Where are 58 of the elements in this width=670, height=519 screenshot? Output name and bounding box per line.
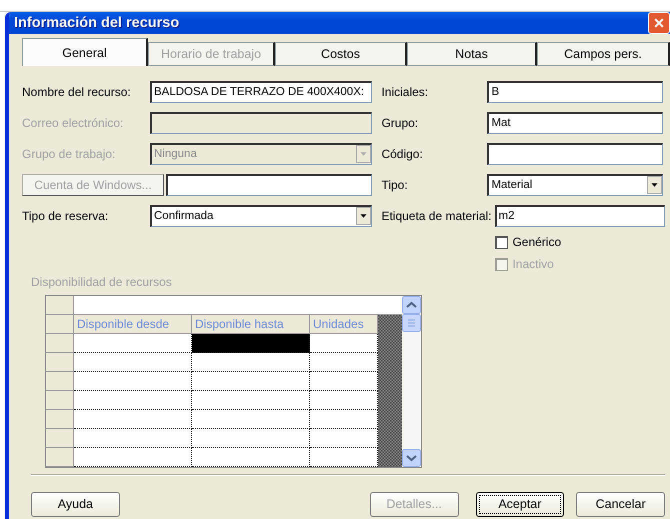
table-cell[interactable] [74,410,192,429]
table-cell[interactable] [192,353,310,372]
column-header: Disponible desde [74,315,192,334]
field-label: Correo electrónico: [22,116,124,130]
column-header: Disponible hasta [192,315,310,334]
table-cell[interactable] [74,448,192,467]
close-button[interactable]: × [648,12,670,34]
window-title: Información del recurso [14,15,180,31]
field-label: Tipo de reserva: [22,208,110,222]
field-label: Código: [381,146,424,160]
dialog-button[interactable]: Ayuda [31,492,120,516]
scroll-thumb[interactable] [402,314,421,332]
dialog-button[interactable]: Aceptar [476,492,564,516]
scroll-up-icon[interactable] [402,296,421,314]
dropdown[interactable]: Material [487,174,664,196]
field-label: Grupo de trabajo: [22,146,116,160]
table-cell[interactable] [74,429,192,448]
corner-cell [46,315,74,334]
field-label: Grupo: [381,116,420,130]
checkbox[interactable] [495,236,508,248]
table-cell[interactable] [74,353,192,372]
group-title: Disponibilidad de recursos [31,275,173,289]
table-cell[interactable] [310,448,378,467]
corner-cell [46,296,74,315]
table-cell[interactable] [192,410,310,429]
tab[interactable]: Costos [275,42,407,66]
table-cell[interactable] [310,334,378,353]
column-header: Unidades [310,315,378,334]
field-label: Nombre del recurso: [22,84,132,98]
checkbox-label[interactable]: Genérico [495,231,665,253]
table-cell[interactable] [192,429,310,448]
input-field[interactable]: BALDOSA DE TERRAZO DE 400X400X: [150,80,372,102]
tab[interactable]: Campos pers. [537,42,670,66]
table-cell[interactable] [74,372,192,391]
table-cell[interactable] [310,391,378,410]
input-field[interactable] [487,142,664,164]
table-cell[interactable] [310,372,378,391]
tab[interactable]: General [22,38,148,66]
table-cell[interactable] [192,372,310,391]
table-cell[interactable] [74,334,192,353]
table-cell[interactable] [310,353,378,372]
dialog-button[interactable]: Cancelar [576,492,665,516]
field-label: Iniciales: [381,84,430,98]
scrollbar[interactable] [402,296,421,467]
dropdown[interactable]: Confirmada [150,204,372,226]
input-field[interactable]: B [487,80,664,102]
input-field[interactable]: m2 [494,204,665,226]
tab[interactable]: Notas [407,42,537,66]
field-label: Tipo: [381,178,409,192]
table-cell[interactable] [310,410,378,429]
table-cell[interactable] [192,334,310,353]
table-cell[interactable] [192,391,310,410]
field-label: Etiqueta de material: [381,208,492,222]
table-cell[interactable] [192,448,310,467]
table-cell[interactable] [74,391,192,410]
scroll-down-icon[interactable] [402,449,421,467]
table-cell[interactable] [310,429,378,448]
input-field[interactable]: Mat [487,112,664,134]
